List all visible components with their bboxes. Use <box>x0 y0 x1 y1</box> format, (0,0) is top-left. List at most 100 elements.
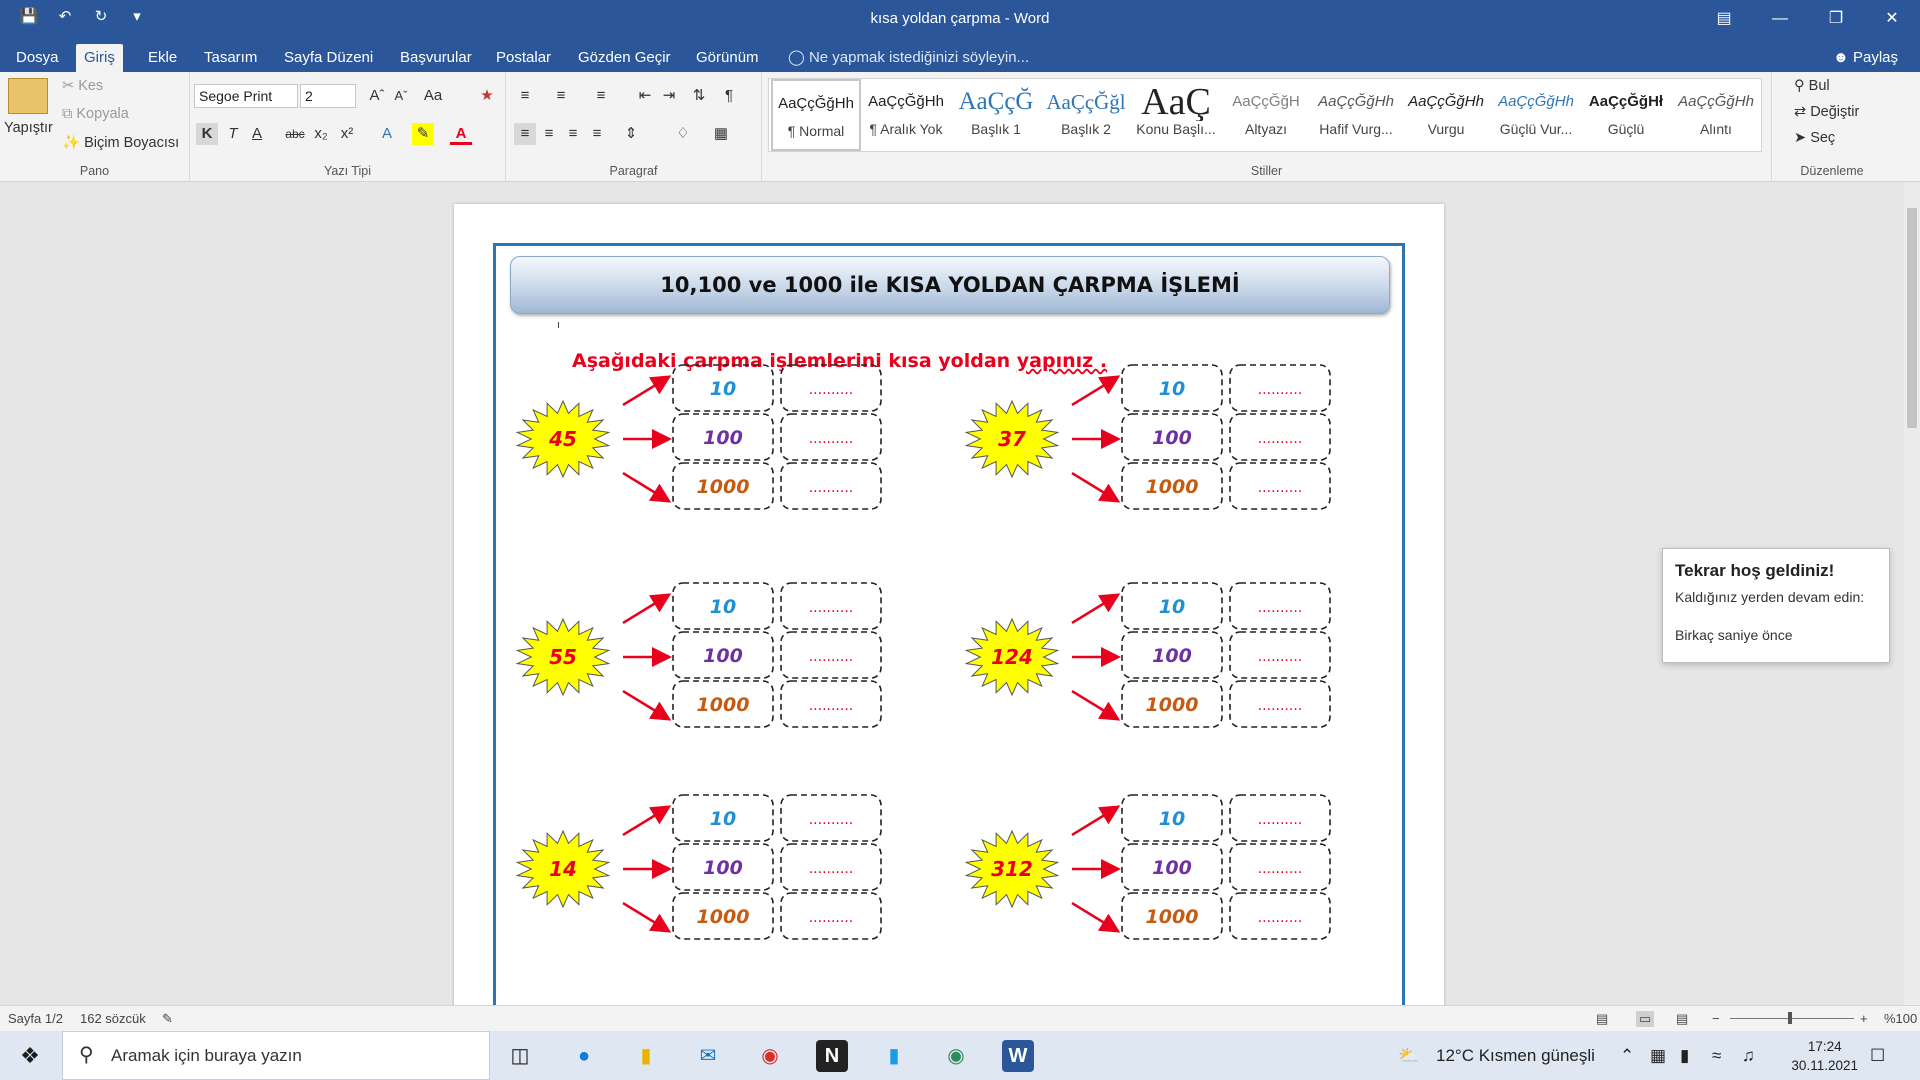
borders-icon[interactable]: ▦ <box>710 123 732 145</box>
tab-gorunum[interactable]: Görünüm <box>688 44 767 72</box>
style-title[interactable]: AaÇ Konu Başlı... <box>1131 79 1221 151</box>
change-case-button[interactable]: Aa <box>422 85 444 107</box>
print-layout-icon[interactable]: ▭ <box>1636 1011 1655 1027</box>
tell-me-box[interactable]: ◯ Ne yapmak istediğinizi söyleyin... <box>788 44 1029 72</box>
read-mode-icon[interactable]: ▤ <box>1596 1011 1608 1027</box>
phone-app-icon[interactable]: ▮ <box>878 1040 910 1072</box>
copy-button[interactable]: ⧉ Kopyala <box>62 106 129 122</box>
minimize-button[interactable]: — <box>1752 0 1808 38</box>
multilevel-list-icon[interactable]: ≡ <box>590 85 612 107</box>
style-heading-1[interactable]: AaÇçĞ Başlık 1 <box>951 79 1041 151</box>
clipboard-group: Yapıştır ✂ Kes ⧉ Kopyala ✨ Biçim Boyacıs… <box>0 72 190 182</box>
word-count[interactable]: 162 sözcük <box>80 1011 146 1026</box>
tab-dosya[interactable]: Dosya <box>8 44 67 72</box>
font-size-select[interactable]: 2 <box>300 84 356 108</box>
style-quote[interactable]: AaÇçĞğHh Alıntı <box>1671 79 1761 151</box>
select-button[interactable]: ➤ Seç <box>1794 130 1835 146</box>
proofing-icon[interactable]: ✎ <box>162 1011 173 1027</box>
word-taskbar-icon[interactable]: W <box>1002 1040 1034 1072</box>
bold-button[interactable]: K <box>196 123 218 145</box>
subscript-button[interactable]: x₂ <box>310 123 332 145</box>
underline-button[interactable]: A <box>246 123 268 145</box>
italic-button[interactable]: T <box>222 123 244 145</box>
task-view-icon[interactable]: ◫ <box>504 1040 536 1072</box>
paste-button[interactable]: Yapıştır <box>4 120 53 136</box>
sort-icon[interactable]: ⇅ <box>688 85 710 107</box>
cut-button[interactable]: ✂ Kes <box>62 78 103 94</box>
style-emphasis[interactable]: AaÇçĞğHh Vurgu <box>1401 79 1491 151</box>
weather-icon[interactable]: ⛅ <box>1398 1031 1419 1080</box>
edge-icon[interactable]: ● <box>568 1040 600 1072</box>
app-n-icon[interactable]: N <box>816 1040 848 1072</box>
tab-basvurular[interactable]: Başvurular <box>392 44 480 72</box>
tray-device-icon[interactable]: ▦ <box>1650 1031 1666 1080</box>
align-right-icon[interactable]: ≡ <box>562 123 584 145</box>
style-heading-2[interactable]: AaÇçĞğl Başlık 2 <box>1041 79 1131 151</box>
weather-text[interactable]: 12°C Kısmen güneşli <box>1436 1031 1595 1080</box>
line-spacing-icon[interactable]: ⇕ <box>620 123 642 145</box>
battery-icon[interactable]: ▮ <box>1680 1031 1689 1080</box>
decrease-indent-icon[interactable]: ⇤ <box>634 85 656 107</box>
text-effects-icon[interactable]: A <box>376 123 398 145</box>
replace-button[interactable]: ⇄ Değiştir <box>1794 104 1859 120</box>
document-page[interactable]: 10,100 ve 1000 ile KISA YOLDAN ÇARPMA İŞ… <box>454 204 1444 1005</box>
taskbar-search[interactable]: ⚲ Aramak için buraya yazın <box>62 1031 490 1080</box>
windows-start-icon[interactable]: ❖ <box>14 1040 46 1072</box>
format-painter-button[interactable]: ✨ Biçim Boyacısı <box>62 134 179 151</box>
volume-icon[interactable]: ♫ <box>1742 1031 1755 1080</box>
zoom-slider-thumb[interactable] <box>1788 1012 1792 1024</box>
pilcrow-icon[interactable]: ¶ <box>718 85 740 107</box>
highlight-icon[interactable]: ✎ <box>412 123 434 145</box>
align-center-icon[interactable]: ≡ <box>538 123 560 145</box>
font-color-icon[interactable]: A <box>450 123 472 145</box>
multiplier-number: 100 <box>703 857 743 879</box>
welcome-back-popup[interactable]: Tekrar hoş geldiniz! Kaldığınız yerden d… <box>1662 548 1890 663</box>
tab-giris[interactable]: Giriş <box>76 44 123 72</box>
zoom-out-icon[interactable]: − <box>1712 1011 1720 1026</box>
file-explorer-icon[interactable]: ▮ <box>630 1040 662 1072</box>
tab-sayfa-duzeni[interactable]: Sayfa Düzeni <box>276 44 381 72</box>
shading-icon[interactable]: ♢ <box>672 123 694 145</box>
strikethrough-button[interactable]: abc <box>284 123 306 145</box>
style-subtle-emphasis[interactable]: AaÇçĞğHh Hafif Vurg... <box>1311 79 1401 151</box>
zoom-level[interactable]: %100 <box>1884 1011 1917 1026</box>
style-normal[interactable]: AaÇçĞğHh ¶ Normal <box>771 79 861 151</box>
maximize-button[interactable]: ❐ <box>1808 0 1864 38</box>
close-button[interactable]: ✕ <box>1864 0 1920 38</box>
wifi-icon[interactable]: ≈ <box>1712 1031 1721 1080</box>
ribbon-display-icon[interactable]: ▤ <box>1696 0 1752 38</box>
page-count[interactable]: Sayfa 1/2 <box>8 1011 63 1026</box>
style-no-spacing[interactable]: AaÇçĞğHh ¶ Aralık Yok <box>861 79 951 151</box>
style-intense-emphasis[interactable]: AaÇçĞğHh Güçlü Vur... <box>1491 79 1581 151</box>
vertical-scrollbar[interactable] <box>1904 183 1920 1005</box>
numbering-icon[interactable]: ≡ <box>550 85 572 107</box>
clear-formatting-icon[interactable]: ★ <box>476 85 498 107</box>
align-left-icon[interactable]: ≡ <box>514 123 536 145</box>
clock[interactable]: 17:24 30.11.2021 <box>1791 1037 1858 1075</box>
tab-postalar[interactable]: Postalar <box>488 44 559 72</box>
globe-app-icon[interactable]: ◉ <box>940 1040 972 1072</box>
multiplier-number: 10 <box>1159 596 1185 618</box>
notifications-icon[interactable]: ☐ <box>1870 1031 1885 1080</box>
chrome-icon[interactable]: ◉ <box>754 1040 786 1072</box>
zoom-in-icon[interactable]: + <box>1860 1011 1868 1026</box>
scrollbar-thumb[interactable] <box>1907 208 1917 428</box>
style-subtitle[interactable]: AaÇçĞğH Altyazı <box>1221 79 1311 151</box>
find-button[interactable]: ⚲ Bul <box>1794 78 1830 94</box>
shrink-font-icon[interactable]: Aˇ <box>390 85 412 107</box>
zoom-slider[interactable] <box>1730 1018 1854 1019</box>
tab-gozden-gecir[interactable]: Gözden Geçir <box>570 44 679 72</box>
grow-font-icon[interactable]: Aˆ <box>366 85 388 107</box>
bullets-icon[interactable]: ≡ <box>514 85 536 107</box>
tray-chevron-icon[interactable]: ⌃ <box>1620 1031 1634 1080</box>
style-strong[interactable]: AaÇçĞğHł Güçlü <box>1581 79 1671 151</box>
web-layout-icon[interactable]: ▤ <box>1676 1011 1688 1027</box>
share-button[interactable]: ☻ Paylaş <box>1833 44 1898 72</box>
superscript-button[interactable]: x² <box>336 123 358 145</box>
tab-tasarim[interactable]: Tasarım <box>196 44 265 72</box>
tab-ekle[interactable]: Ekle <box>140 44 185 72</box>
increase-indent-icon[interactable]: ⇥ <box>658 85 680 107</box>
mail-icon[interactable]: ✉ <box>692 1040 724 1072</box>
justify-icon[interactable]: ≡ <box>586 123 608 145</box>
font-family-select[interactable]: Segoe Print <box>194 84 298 108</box>
